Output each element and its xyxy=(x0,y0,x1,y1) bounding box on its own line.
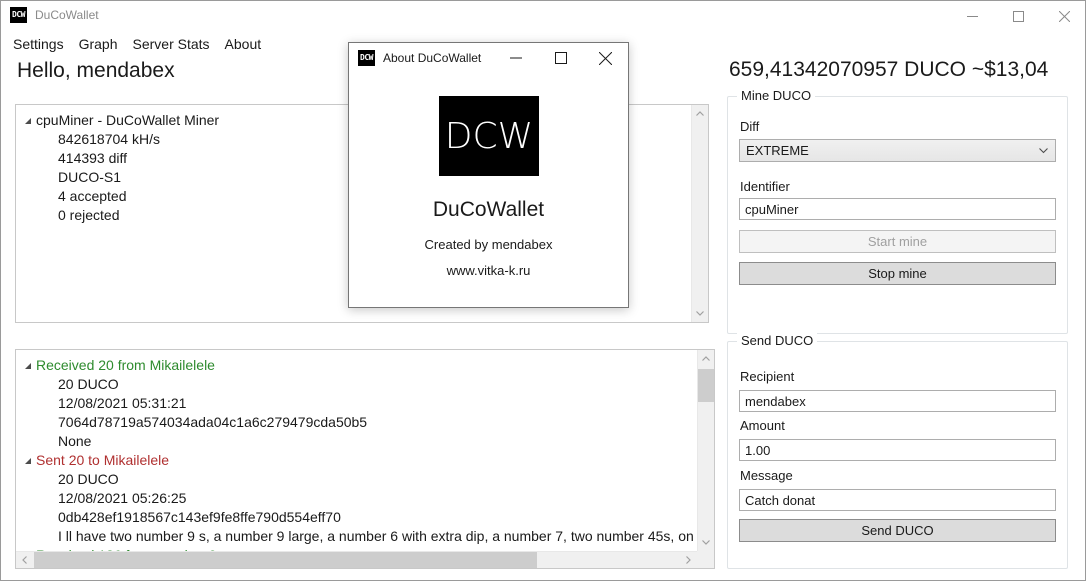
close-icon[interactable] xyxy=(1041,1,1085,31)
recipient-label: Recipient xyxy=(740,369,795,384)
scrollbar-corner xyxy=(697,551,714,568)
diff-select[interactable]: EXTREME xyxy=(739,139,1056,162)
transaction-detail-amount: 20 DUCO xyxy=(20,470,697,489)
about-website: www.vitka-k.ru xyxy=(446,263,531,278)
start-mine-button[interactable]: Start mine xyxy=(739,230,1056,253)
window-titlebar: DCW DuCoWallet xyxy=(1,1,1085,31)
transaction-title: Sent 20 to Mikailelele xyxy=(36,452,170,468)
diff-selected-value: EXTREME xyxy=(746,143,809,158)
transaction-detail-text: 0db428ef1918567c143ef9fe8ffe790d554eff70 xyxy=(58,509,341,525)
amount-input[interactable] xyxy=(739,439,1056,461)
vertical-scroll-thumb[interactable] xyxy=(698,369,714,402)
transaction-detail-memo: None xyxy=(20,432,697,451)
menu-item-settings[interactable]: Settings xyxy=(7,34,70,54)
miner-detail-text: 414393 diff xyxy=(58,150,128,166)
scroll-up-icon[interactable] xyxy=(692,105,708,122)
scroll-left-icon[interactable] xyxy=(16,552,33,568)
greeting-text: Hello, mendabex xyxy=(17,59,175,82)
send-group-legend: Send DUCO xyxy=(737,333,818,348)
window-controls xyxy=(949,1,1085,31)
menu-item-server-stats[interactable]: Server Stats xyxy=(127,34,216,54)
titlebar-identity: DCW DuCoWallet xyxy=(10,7,99,23)
mine-duco-group: Mine DUCO Diff EXTREME Identifier Start … xyxy=(727,88,1068,334)
mine-group-legend: Mine DUCO xyxy=(737,88,816,103)
window-title: DuCoWallet xyxy=(35,8,99,22)
menu-item-about[interactable]: About xyxy=(219,34,268,54)
miner-detail-text: 842618704 kH/s xyxy=(58,131,160,147)
message-label: Message xyxy=(740,468,793,483)
message-input[interactable] xyxy=(739,489,1056,511)
send-duco-group: Send DUCO Recipient Amount Message Send … xyxy=(727,333,1068,569)
about-maximize-icon[interactable] xyxy=(538,43,583,73)
collapse-arrow-icon[interactable] xyxy=(20,111,36,130)
menu-item-graph[interactable]: Graph xyxy=(73,34,124,54)
about-dialog: DCW About DuCoWallet DCW DuCoWallet Crea… xyxy=(348,42,629,308)
transactions-panel: Received 20 from Mikailelele 20 DUCO 12/… xyxy=(15,349,715,569)
ducowallet-window: DCW DuCoWallet Settings Graph Server Sta… xyxy=(0,0,1086,581)
identifier-input[interactable] xyxy=(739,198,1056,220)
app-icon: DCW xyxy=(10,7,27,23)
transaction-detail-datetime: 12/08/2021 05:26:25 xyxy=(20,489,697,508)
recipient-input[interactable] xyxy=(739,390,1056,412)
minimize-icon[interactable] xyxy=(949,1,995,31)
transactions-horizontal-scrollbar[interactable] xyxy=(16,551,697,568)
scroll-down-icon[interactable] xyxy=(698,534,714,551)
transaction-detail-text: 12/08/2021 05:26:25 xyxy=(58,490,187,506)
transaction-row[interactable]: Sent 20 to Mikailelele xyxy=(20,451,697,470)
miner-root-label: cpuMiner - DuCoWallet Miner xyxy=(36,112,220,128)
transaction-row[interactable]: Received 20 from Mikailelele xyxy=(20,356,697,375)
transaction-title: Received 20 from Mikailelele xyxy=(36,357,215,373)
miner-detail-text: DUCO-S1 xyxy=(58,169,122,185)
send-duco-button[interactable]: Send DUCO xyxy=(739,519,1056,542)
transaction-detail-hash: 7064d78719a574034ada04c1a6c279479cda50b5 xyxy=(20,413,697,432)
collapse-arrow-icon[interactable] xyxy=(20,451,36,470)
miner-detail-text: 4 accepted xyxy=(58,188,127,204)
transactions-vertical-scrollbar[interactable] xyxy=(697,350,714,551)
transaction-detail-memo: I ll have two number 9 s, a number 9 lar… xyxy=(20,527,697,546)
transaction-detail-text: None xyxy=(58,433,92,449)
scroll-down-icon[interactable] xyxy=(692,305,708,322)
transaction-detail-text: 7064d78719a574034ada04c1a6c279479cda50b5 xyxy=(58,414,368,430)
about-minimize-icon[interactable] xyxy=(493,43,538,73)
maximize-icon[interactable] xyxy=(995,1,1041,31)
miner-panel-vertical-scrollbar[interactable] xyxy=(691,105,708,322)
about-app-name: DuCoWallet xyxy=(432,198,545,221)
transaction-detail-text: 20 DUCO xyxy=(58,471,119,487)
chevron-down-icon xyxy=(1039,146,1048,156)
balance-text: 659,41342070957 DUCO ~$13,04 xyxy=(729,58,1049,81)
miner-detail-text: 0 rejected xyxy=(58,207,120,223)
diff-label: Diff xyxy=(740,119,760,134)
amount-label: Amount xyxy=(740,418,785,433)
about-dialog-window-controls xyxy=(493,43,628,73)
scroll-up-icon[interactable] xyxy=(698,350,714,367)
transactions-tree: Received 20 from Mikailelele 20 DUCO 12/… xyxy=(16,350,697,551)
about-dialog-title: About DuCoWallet xyxy=(383,51,482,65)
about-author: Created by mendabex xyxy=(424,237,553,252)
ducowallet-logo: DCW xyxy=(439,96,539,176)
about-close-icon[interactable] xyxy=(583,43,628,73)
about-dialog-identity: DCW About DuCoWallet xyxy=(358,50,481,66)
transaction-detail-hash: 0db428ef1918567c143ef9fe8ffe790d554eff70 xyxy=(20,508,697,527)
about-dialog-titlebar: DCW About DuCoWallet xyxy=(349,43,628,73)
transaction-detail-text: I ll have two number 9 s, a number 9 lar… xyxy=(58,528,694,544)
collapse-arrow-icon[interactable] xyxy=(20,356,36,375)
stop-mine-button[interactable]: Stop mine xyxy=(739,262,1056,285)
about-dialog-app-icon: DCW xyxy=(358,50,375,66)
transaction-detail-amount: 20 DUCO xyxy=(20,375,697,394)
transaction-detail-text: 12/08/2021 05:31:21 xyxy=(58,395,187,411)
horizontal-scroll-thumb[interactable] xyxy=(34,552,537,568)
identifier-label: Identifier xyxy=(740,179,790,194)
transaction-detail-datetime: 12/08/2021 05:31:21 xyxy=(20,394,697,413)
scroll-right-icon[interactable] xyxy=(680,552,697,568)
transaction-detail-text: 20 DUCO xyxy=(58,376,119,392)
